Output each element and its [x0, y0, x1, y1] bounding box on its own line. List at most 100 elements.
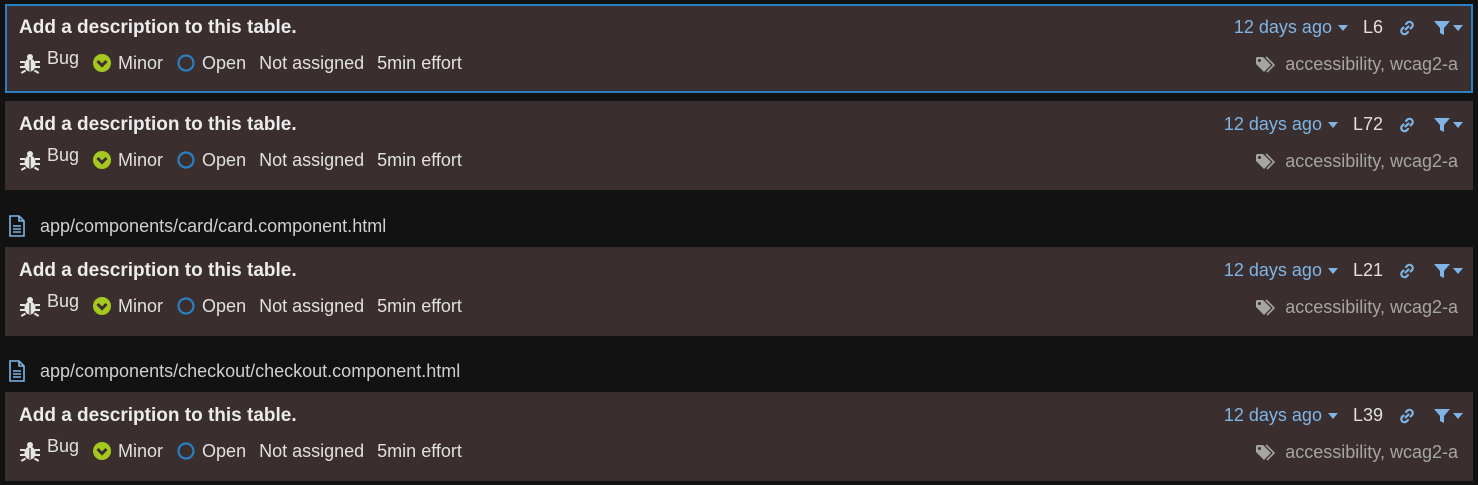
issue-status-label: Open: [202, 149, 247, 170]
issue-effort: 5min effort: [377, 149, 462, 170]
issue-status[interactable]: Open: [176, 53, 246, 74]
issue-meta: Bug Minor Open Not assigned 5min effort: [19, 436, 475, 462]
issue-line: L72: [1352, 114, 1383, 134]
issue-tags[interactable]: accessibility, wcag2-a: [1255, 297, 1458, 318]
issue-tags[interactable]: accessibility, wcag2-a: [1255, 54, 1458, 75]
issue-tags-label: accessibility, wcag2-a: [1285, 54, 1458, 74]
file-path: app/components/checkout/checkout.compone…: [40, 360, 461, 381]
issue-type[interactable]: Bug: [19, 291, 79, 317]
issue-actions: 12 days ago L39: [1224, 405, 1463, 426]
issue-date-dropdown[interactable]: 12 days ago: [1224, 114, 1338, 135]
filter-dropdown[interactable]: [1433, 407, 1463, 425]
issue-type[interactable]: Bug: [19, 145, 79, 171]
minor-severity-icon: [93, 151, 112, 169]
chevron-down-icon: [1327, 121, 1338, 128]
issue-severity[interactable]: Minor: [92, 296, 163, 317]
chevron-down-icon: [1337, 24, 1348, 31]
issue-severity-label: Minor: [118, 149, 164, 170]
issue-message[interactable]: Add a description to this table.: [19, 17, 297, 39]
filter-icon: [1434, 20, 1450, 35]
file-header[interactable]: app/components/checkout/checkout.compone…: [8, 360, 460, 382]
permalink-button[interactable]: [1397, 261, 1417, 281]
issue-status[interactable]: Open: [176, 150, 246, 171]
minor-severity-icon: [93, 297, 112, 315]
issue-actions: 12 days ago L72: [1224, 114, 1463, 135]
issue-status[interactable]: Open: [176, 441, 246, 462]
link-icon: [1400, 117, 1414, 132]
open-status-icon: [177, 442, 195, 460]
minor-severity-icon: [93, 54, 112, 72]
issue-effort: 5min effort: [377, 440, 462, 461]
issue-line: L6: [1362, 17, 1383, 37]
issue-meta: Bug Minor Open Not assigned 5min effort: [19, 145, 475, 171]
issue-tags-label: accessibility, wcag2-a: [1285, 151, 1458, 171]
link-icon: [1400, 263, 1414, 278]
issue-tags[interactable]: accessibility, wcag2-a: [1255, 442, 1458, 463]
issue-severity[interactable]: Minor: [92, 441, 163, 462]
issue-assignee[interactable]: Not assigned: [259, 441, 364, 462]
issue-line: L39: [1352, 405, 1383, 425]
chevron-down-icon: [1453, 121, 1463, 128]
issue-date-dropdown[interactable]: 12 days ago: [1224, 405, 1338, 426]
issue-status-label: Open: [202, 52, 247, 73]
issue-meta: Bug Minor Open Not assigned 5min effort: [19, 48, 475, 74]
issue-severity[interactable]: Minor: [92, 53, 163, 74]
issue-date: 12 days ago: [1223, 405, 1322, 425]
issue-date: 12 days ago: [1223, 114, 1322, 134]
bug-icon: [20, 442, 40, 462]
issue-card[interactable]: Add a description to this table. Bug Min…: [5, 247, 1473, 336]
issue-actions: 12 days ago L6: [1234, 17, 1463, 38]
bug-icon: [20, 297, 40, 317]
permalink-button[interactable]: [1397, 406, 1417, 426]
tag-icon: [1256, 55, 1276, 73]
issue-status[interactable]: Open: [176, 296, 246, 317]
issue-line: L21: [1352, 260, 1383, 280]
tag-icon: [1256, 298, 1276, 316]
filter-dropdown[interactable]: [1433, 19, 1463, 37]
issue-actions: 12 days ago L21: [1224, 260, 1463, 281]
issue-card[interactable]: Add a description to this table. Bug Min…: [5, 101, 1473, 190]
issue-tags-label: accessibility, wcag2-a: [1285, 297, 1458, 317]
issue-tags-label: accessibility, wcag2-a: [1285, 442, 1458, 462]
issue-type-label: Bug: [47, 144, 80, 165]
issue-card[interactable]: Add a description to this table. Bug Min…: [5, 4, 1473, 93]
filter-dropdown[interactable]: [1433, 262, 1463, 280]
chevron-down-icon: [1327, 267, 1338, 274]
chevron-down-icon: [1453, 267, 1463, 274]
filter-dropdown[interactable]: [1433, 116, 1463, 134]
issue-type[interactable]: Bug: [19, 48, 79, 74]
tag-icon: [1256, 443, 1276, 461]
issue-status-label: Open: [202, 440, 247, 461]
issue-type-label: Bug: [47, 290, 80, 311]
issue-assignee[interactable]: Not assigned: [259, 53, 364, 74]
issue-assignee[interactable]: Not assigned: [259, 150, 364, 171]
open-status-icon: [177, 297, 195, 315]
chevron-down-icon: [1327, 412, 1338, 419]
issue-date: 12 days ago: [1223, 260, 1322, 280]
issue-tags[interactable]: accessibility, wcag2-a: [1255, 151, 1458, 172]
link-icon: [1400, 20, 1414, 35]
issue-message[interactable]: Add a description to this table.: [19, 260, 297, 282]
issue-assignee[interactable]: Not assigned: [259, 296, 364, 317]
filter-icon: [1434, 117, 1450, 132]
issue-severity-label: Minor: [118, 295, 164, 316]
issue-date-dropdown[interactable]: 12 days ago: [1234, 17, 1348, 38]
issue-date: 12 days ago: [1233, 17, 1332, 37]
chevron-down-icon: [1453, 24, 1463, 31]
issue-severity[interactable]: Minor: [92, 150, 163, 171]
issue-status-label: Open: [202, 295, 247, 316]
permalink-button[interactable]: [1397, 115, 1417, 135]
issue-message[interactable]: Add a description to this table.: [19, 405, 297, 427]
issue-effort: 5min effort: [377, 52, 462, 73]
issue-message[interactable]: Add a description to this table.: [19, 114, 297, 136]
bug-icon: [20, 54, 40, 74]
issue-type[interactable]: Bug: [19, 436, 79, 462]
permalink-button[interactable]: [1397, 18, 1417, 38]
issue-card[interactable]: Add a description to this table. Bug Min…: [5, 392, 1473, 481]
file-header[interactable]: app/components/card/card.component.html: [8, 215, 386, 237]
issue-effort: 5min effort: [377, 295, 462, 316]
issue-date-dropdown[interactable]: 12 days ago: [1224, 260, 1338, 281]
minor-severity-icon: [93, 442, 112, 460]
issue-type-label: Bug: [47, 435, 80, 456]
issue-severity-label: Minor: [118, 52, 164, 73]
